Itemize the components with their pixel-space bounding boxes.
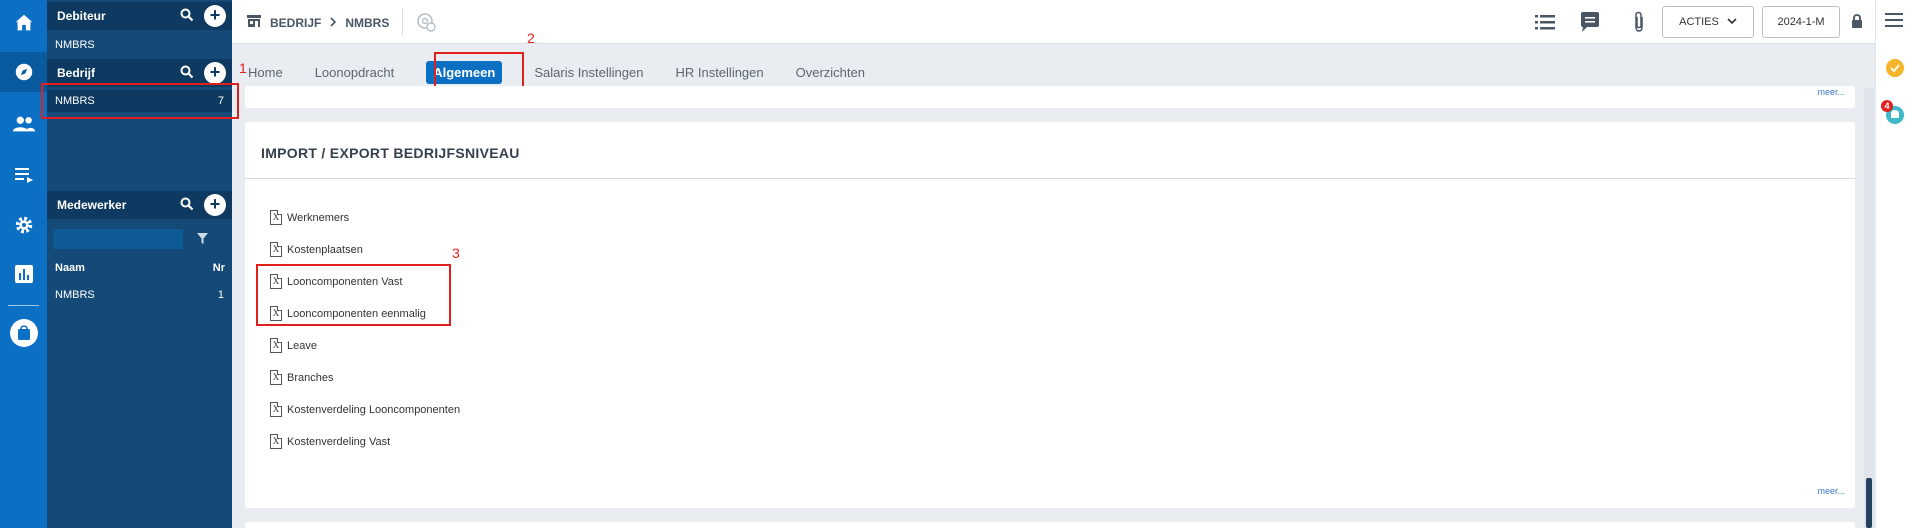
excel-file-icon: X [270,370,282,385]
debiteur-header: Debiteur + [47,2,232,30]
chart-icon[interactable] [0,254,47,294]
search-icon[interactable] [180,65,194,82]
building-icon [246,14,262,31]
period-label: 2024-1-M [1777,16,1825,28]
excel-file-icon: X [270,210,282,225]
list-view-icon[interactable] [1534,13,1556,34]
hamburger-menu-icon[interactable] [1885,12,1903,31]
medewerker-row[interactable]: NMBRS 1 [47,284,232,306]
link-kostenplaatsen[interactable]: X Kostenplaatsen [270,242,363,257]
chevron-right-icon [329,16,337,30]
acties-dropdown[interactable]: ACTIES [1662,6,1754,38]
breadcrumb: BEDRIJF NMBRS [246,14,389,31]
tab-overzichten[interactable]: Overzichten [780,65,881,80]
excel-file-icon: X [270,434,282,449]
medewerker-row-name: NMBRS [55,289,95,301]
link-branches[interactable]: X Branches [270,370,333,385]
check-icon[interactable] [1885,58,1905,81]
link-label: Leave [287,339,317,352]
tab-loonopdracht[interactable]: Loonopdracht [299,65,411,80]
right-sidebar: 4 [1875,0,1915,528]
bag-icon[interactable] [0,313,47,353]
link-label: Kostenplaatsen [287,243,363,256]
icon-rail [0,0,47,528]
top-bar: BEDRIJF NMBRS ACTIES 2024-1-M [232,0,1875,44]
settings-badge-icon[interactable] [415,11,437,36]
compass-icon[interactable] [0,52,47,92]
column-nr[interactable]: Nr [213,262,225,274]
annotation-box-1 [41,83,239,119]
breadcrumb-bedrijf[interactable]: BEDRIJF [270,16,321,30]
debiteur-item[interactable]: NMBRS [47,34,232,56]
bedrijf-title: Bedrijf [57,66,96,80]
annotation-number-2: 2 [527,30,535,46]
period-button[interactable]: 2024-1-M [1762,6,1840,38]
import-export-card: IMPORT / EXPORT BEDRIJFSNIVEAU X Werknem… [245,122,1855,508]
rail-divider [8,305,39,306]
medewerker-filter-input[interactable] [53,229,183,249]
card-title: IMPORT / EXPORT BEDRIJFSNIVEAU [261,145,520,161]
add-debiteur-button[interactable]: + [204,5,226,27]
medewerker-row-nr: 1 [217,289,224,301]
tab-salaris-instellingen[interactable]: Salaris Instellingen [518,65,659,80]
chevron-down-icon [1727,16,1737,28]
meer-link-top[interactable]: meer... [1817,87,1845,97]
link-kostenverdeling-vast[interactable]: X Kostenverdeling Vast [270,434,390,449]
notification-badge: 4 [1881,100,1893,112]
tab-hr-instellingen[interactable]: HR Instellingen [659,65,779,80]
excel-file-icon: X [270,402,282,417]
next-card [245,522,1855,528]
link-kostenverdeling-looncomponenten[interactable]: X Kostenverdeling Looncomponenten [270,402,460,417]
tab-home[interactable]: Home [232,65,299,80]
meer-link[interactable]: meer... [1817,486,1845,496]
home-icon[interactable] [0,3,47,43]
link-label: Branches [287,371,334,384]
annotation-box-3 [256,264,451,326]
link-leave[interactable]: X Leave [270,338,317,353]
debiteur-title: Debiteur [57,9,106,23]
filter-icon[interactable] [196,232,209,248]
search-icon[interactable] [180,197,194,214]
column-naam[interactable]: Naam [55,262,85,274]
debiteur-item-label: NMBRS [55,39,95,51]
excel-file-icon: X [270,338,282,353]
scrollbar-thumb[interactable] [1866,478,1872,528]
add-medewerker-button[interactable]: + [204,194,226,216]
annotation-box-2 [434,52,524,90]
medewerker-header: Medewerker + [47,191,232,219]
paperclip-icon[interactable] [1632,11,1646,36]
lock-icon[interactable] [1851,14,1863,32]
excel-file-icon: X [270,242,282,257]
scrollbar-track[interactable] [1864,88,1874,528]
annotation-number-3: 3 [452,245,460,261]
navigation-panel: Debiteur + NMBRS Bedrijf + NMBRS 7 Medew… [47,0,232,528]
list-icon[interactable] [0,155,47,195]
link-werknemers[interactable]: X Werknemers [270,210,349,225]
acties-label: ACTIES [1679,16,1719,28]
topbar-divider [402,8,403,36]
link-label: Kostenverdeling Vast [287,435,391,448]
link-label: Kostenverdeling Looncomponenten [287,403,461,416]
comment-icon[interactable] [1579,11,1601,36]
gear-icon[interactable] [0,205,47,245]
card-divider [245,178,1855,179]
breadcrumb-nmbrs[interactable]: NMBRS [345,16,389,30]
search-icon[interactable] [180,8,194,25]
link-label: Werknemers [287,211,350,224]
medewerker-title: Medewerker [57,198,127,212]
add-bedrijf-button[interactable]: + [204,62,226,84]
previous-card: meer... [245,86,1855,108]
users-icon[interactable] [0,104,47,144]
